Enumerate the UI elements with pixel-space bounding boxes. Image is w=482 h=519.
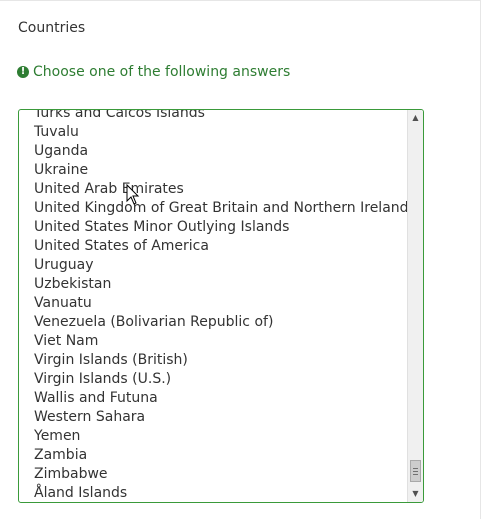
- country-option[interactable]: Åland Islands: [19, 484, 408, 502]
- country-option[interactable]: Venezuela (Bolivarian Republic of): [19, 313, 408, 332]
- country-option[interactable]: Wallis and Futuna: [19, 389, 408, 408]
- country-option[interactable]: Uruguay: [19, 256, 408, 275]
- question-panel: Countries ! Choose one of the following …: [0, 0, 481, 519]
- listbox-scrollbar[interactable]: ▲ ▼: [407, 110, 423, 502]
- country-option[interactable]: Western Sahara: [19, 408, 408, 427]
- country-option[interactable]: United Kingdom of Great Britain and Nort…: [19, 199, 409, 218]
- exclamation-circle-icon: !: [17, 66, 29, 78]
- answer-hint: ! Choose one of the following answers: [17, 64, 290, 80]
- scroll-down-arrow-icon[interactable]: ▼: [408, 486, 423, 502]
- countries-listbox[interactable]: Turks and Caicos Islands Tuvalu Uganda Ukra…: [18, 109, 424, 503]
- scroll-up-arrow-icon[interactable]: ▲: [408, 110, 423, 126]
- country-option[interactable]: Viet Nam: [19, 332, 408, 351]
- country-option[interactable]: Ukraine: [19, 161, 408, 180]
- scroll-thumb[interactable]: [410, 460, 421, 482]
- mouse-cursor-icon: [126, 184, 140, 205]
- country-option[interactable]: Virgin Islands (British): [19, 351, 408, 370]
- options-list: Turks and Caicos Islands Tuvalu Uganda Ukra…: [19, 110, 409, 502]
- country-option[interactable]: United States of America: [19, 237, 408, 256]
- country-option[interactable]: Tuvalu: [19, 123, 408, 142]
- country-option[interactable]: Zambia: [19, 446, 408, 465]
- country-option[interactable]: Vanuatu: [19, 294, 408, 313]
- country-option[interactable]: Yemen: [19, 427, 408, 446]
- answer-hint-text: Choose one of the following answers: [33, 64, 291, 80]
- question-title: Countries: [18, 20, 86, 36]
- country-option[interactable]: Virgin Islands (U.S.): [19, 370, 408, 389]
- country-option[interactable]: United Arab Emirates: [19, 180, 408, 199]
- country-option[interactable]: Turks and Caicos Islands: [19, 110, 408, 123]
- country-option[interactable]: Uzbekistan: [19, 275, 408, 294]
- country-option[interactable]: United States Minor Outlying Islands: [19, 218, 408, 237]
- country-option[interactable]: Uganda: [19, 142, 408, 161]
- country-option[interactable]: Zimbabwe: [19, 465, 408, 484]
